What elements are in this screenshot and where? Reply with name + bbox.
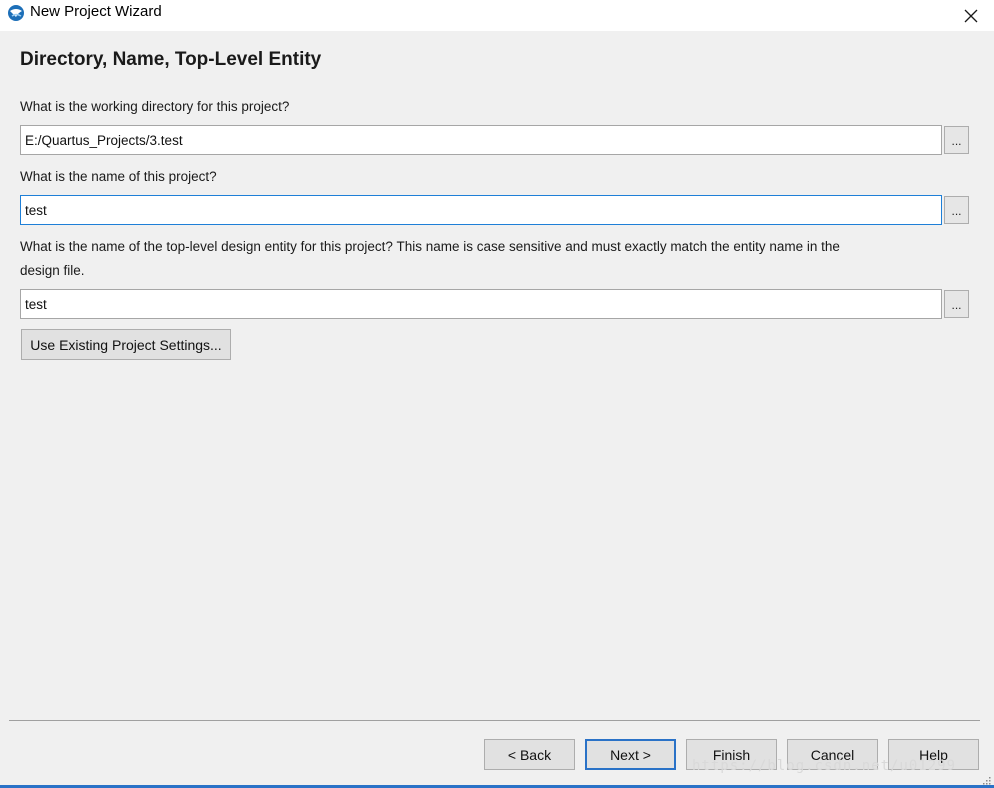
directory-label: What is the working directory for this p… xyxy=(20,99,290,114)
top-level-label-line1: What is the name of the top-level design… xyxy=(20,239,840,254)
project-name-input[interactable]: test xyxy=(20,195,942,225)
footer-separator xyxy=(9,720,980,721)
back-button[interactable]: < Back xyxy=(484,739,575,770)
watermark-text: https://blog.csdn.net/u01299 xyxy=(692,758,957,774)
project-name-label: What is the name of this project? xyxy=(20,169,217,184)
page-heading: Directory, Name, Top-Level Entity xyxy=(20,49,322,70)
window-title: New Project Wizard xyxy=(30,3,162,20)
close-icon xyxy=(964,9,978,22)
title-bar: New Project Wizard xyxy=(0,0,994,31)
directory-browse-button[interactable]: ... xyxy=(944,126,969,154)
use-existing-settings-button[interactable]: Use Existing Project Settings... xyxy=(21,329,231,360)
quartus-globe-icon xyxy=(8,5,24,21)
resize-grip-icon[interactable] xyxy=(981,775,991,785)
top-level-label-line2: design file. xyxy=(20,263,85,278)
project-name-browse-button[interactable]: ... xyxy=(944,196,969,224)
wizard-page: Directory, Name, Top-Level Entity What i… xyxy=(0,31,994,788)
top-level-entity-input[interactable]: test xyxy=(20,289,942,319)
close-button[interactable] xyxy=(948,0,994,31)
directory-input[interactable]: E:/Quartus_Projects/3.test xyxy=(20,125,942,155)
top-level-browse-button[interactable]: ... xyxy=(944,290,969,318)
next-button[interactable]: Next > xyxy=(585,739,676,770)
